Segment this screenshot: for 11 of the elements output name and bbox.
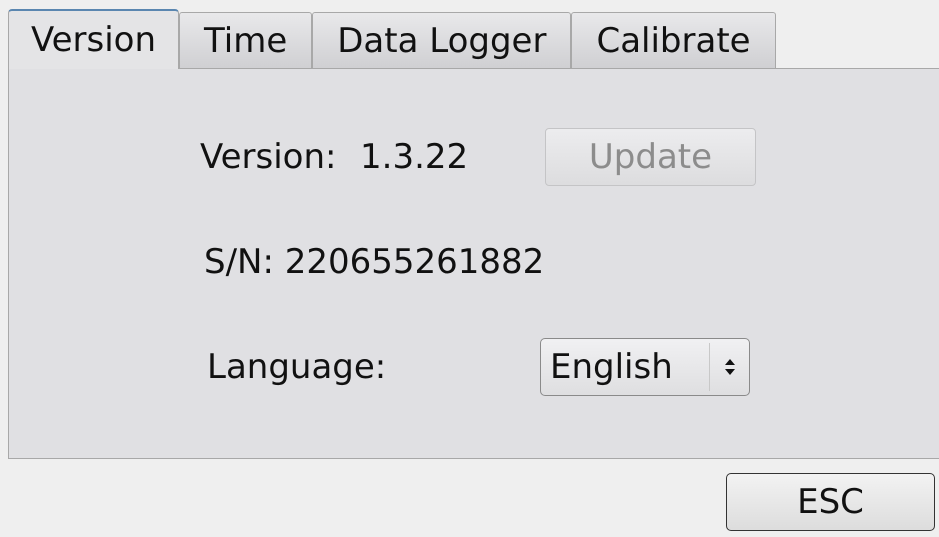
version-value: 1.3.22 [360, 136, 470, 178]
language-select[interactable]: English [540, 338, 750, 396]
tab[interactable]: Data Logger [312, 12, 572, 68]
esc-button[interactable]: ESC [726, 473, 935, 531]
tab[interactable]: Version [8, 9, 180, 69]
up-down-arrows-icon [724, 359, 734, 375]
version-label: Version: [200, 136, 338, 178]
tab[interactable]: Time [179, 12, 312, 68]
serial-number: S/N: 220655261882 [204, 240, 544, 284]
tab[interactable]: Calibrate [571, 12, 776, 68]
language-label: Language: [207, 346, 388, 388]
